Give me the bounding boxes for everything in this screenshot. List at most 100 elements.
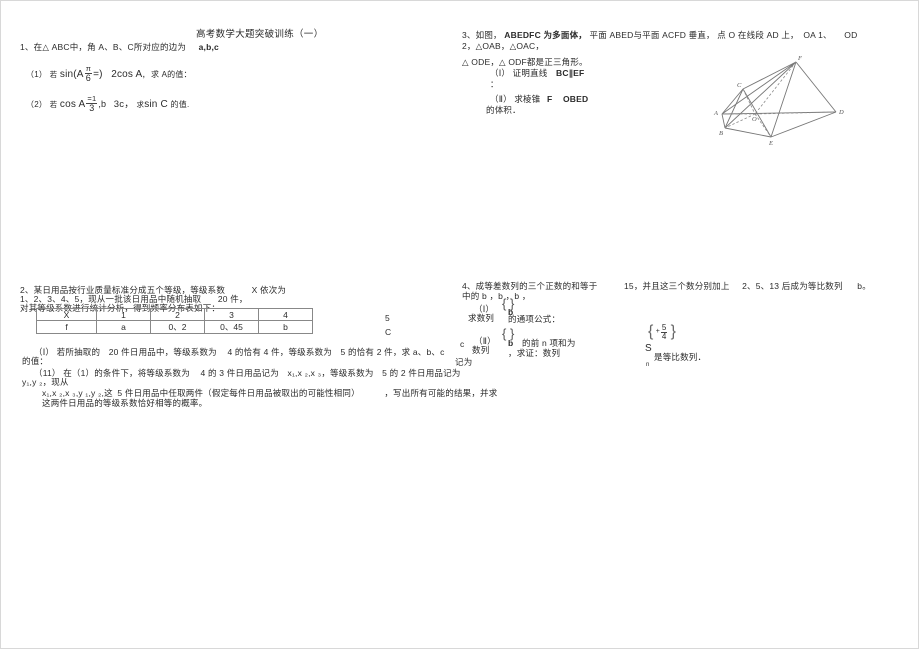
polyhedron-figure: F C A O D B E [700, 52, 865, 147]
problem1-part2-expr-a: cos A [59, 98, 86, 110]
problem2-part1-text-a: 若所抽取的 [56, 347, 101, 357]
problem2-part2-vars-x: x₁,x ₂,x ₃，等级系数为 [287, 368, 374, 378]
problem1-part2: （2） 若 cos A =1 3 ,b 3c， 求sin C 的值. [26, 95, 190, 113]
polyhedron-svg: F C A O D B E [713, 55, 844, 147]
problem3-part1-colon: ： [490, 79, 499, 89]
cell-freq-2: 0、2 [150, 320, 205, 334]
problem4-part1-text-a: 求数列 [468, 313, 495, 323]
cell-grade-5-outside: 5 [385, 313, 390, 323]
problem3-stem-b: ABEDFC 为多面体， [504, 30, 587, 40]
polyhedron-hidden-edges [722, 61, 837, 138]
problem4-stem-c: 2、5、13 后成为等比数列 [742, 281, 843, 291]
problem2-stem-var: X 依次为 [251, 285, 287, 295]
problem2-part2: （11） 在（1）的条件下，将等级系数为 4 的 3 件日用品记为 x₁,x ₂… [34, 368, 461, 379]
vertex-label-O: O [752, 116, 757, 123]
table-row-values: f a 0、2 0、45 b [36, 320, 313, 334]
problem3-part1-text: 证明直线 [512, 68, 548, 78]
problem2-part1-text-b: 4 的恰有 4 件，等级系数为 [227, 347, 332, 357]
result-s-symbol: S [645, 343, 652, 354]
result-brace-open: { [648, 322, 654, 340]
problem3-stem-e: OA 1、 [803, 30, 832, 40]
problem2-part2-text-a: 在（1）的条件下，将等级系数为 [63, 368, 190, 378]
problem1-part2-expr-b: ,b [98, 98, 107, 109]
problem1-part2-tail: 的值. [170, 99, 190, 109]
problem2-part1-n: 20 件日用品中，等级系数为 [108, 347, 217, 357]
worksheet-page: 高考数学大题突破训练（一） 1、在△ ABC中，角 A、B、C所对应的边为 a,… [0, 0, 920, 650]
problem1-part2-ruo: 若 [49, 99, 58, 109]
problem1-part1-rhs: 2cos A, [111, 68, 146, 80]
cell-freq-b: b [258, 320, 313, 334]
problem1-part1-ruo: 若 [49, 69, 58, 79]
problem1-stem: 1、在△ ABC中，角 A、B、C所对应的边为 a,b,c [20, 42, 219, 53]
problem1-part1-label: （1） [26, 69, 48, 79]
problem3-stem-a: 3、如图， [462, 30, 502, 40]
problem1-stem-text: 1、在△ ABC中，角 A、B、C所对应的边为 [20, 42, 187, 52]
cell-grade-4: 4 [258, 308, 313, 321]
problem1-part1-expr-b: =) [93, 68, 103, 80]
problem4-part2-note: 记为 [455, 357, 473, 367]
problem1-part2-fraction: =1 3 [86, 95, 98, 113]
problem2-part2-line2-b: 5 件日用品中任取两件（假定每件日用品被取出的可能性相同） [117, 388, 360, 398]
cell-freq-c-outside: C [385, 327, 392, 337]
cell-x-header: X [36, 308, 97, 321]
problem4-stem-a: 4、成等差数列的三个正数的和等于 [462, 281, 598, 291]
problem3-part2: （Ⅱ） 求棱锥 F OBED [490, 94, 588, 105]
vertex-label-F: F [797, 55, 803, 62]
problem1-part2-label: （2） [26, 99, 48, 109]
problem1-part1-ask: 求 A的值： [150, 69, 192, 79]
problem3-part1: （Ⅰ） 证明直线 BC∥EF [490, 68, 584, 79]
problem1-part2-rhs: 3c， [113, 98, 134, 110]
problem2-stem-count: 20 件， [217, 294, 248, 304]
problem1-part2-den: 3 [89, 103, 95, 113]
problem2-part2-text-c: 5 的 2 件日用品记为 [382, 368, 461, 378]
cell-grade-3: 3 [204, 308, 259, 321]
problem2-part1-text-c: 5 的恰有 2 件，求 a、b、c [340, 347, 445, 357]
problem2-part2-text-b: 4 的 3 件日用品记为 [200, 368, 279, 378]
problem3-part1-expr: BC∥EF [556, 68, 585, 78]
cell-freq-a: a [96, 320, 151, 334]
vertex-label-B: B [719, 130, 723, 137]
problem4-part2-c: c [460, 339, 465, 349]
problem3-part2-expr-a: F [547, 94, 553, 104]
page-title: 高考数学大题突破训练（一） [196, 29, 324, 40]
cell-grade-1: 1 [96, 308, 151, 321]
cell-f-header: f [36, 320, 97, 334]
vertex-label-A: A [713, 110, 718, 117]
problem1-part1-expr-a: sin(A [59, 68, 84, 80]
problem3-part2-expr-b: OBED [563, 94, 589, 104]
result-brace-close: } [670, 322, 676, 340]
problem1-part1-fraction: π6 [84, 65, 93, 83]
polyhedron-edges [721, 61, 837, 138]
problem1-stem-vars: a,b,c [198, 42, 219, 52]
cell-grade-2: 2 [150, 308, 205, 321]
problem4-part2-text-b: ，求证：数列 [508, 348, 561, 358]
problem1-part1: （1） 若 sin(A π 6 =) 2cos A, 求 A的值： [26, 65, 192, 83]
problem3-stem-line1: 3、如图， ABEDFC 为多面体， 平面 ABED与平面 ACFD 垂直， 点… [462, 30, 857, 41]
problem4-stem-b: 15，并且这三个数分别加上 [624, 281, 730, 291]
frequency-distribution-table: X 1 2 3 4 f a 0、2 0、45 b [36, 308, 313, 334]
problem3-stem-f: OD [844, 30, 858, 40]
result-den: 4 [661, 332, 667, 341]
problem3-part2-tail: 的体积． [486, 105, 521, 115]
problem3-stem-d: 点 O 在线段 AD 上， [717, 30, 799, 40]
problem1-part1-six: 6 [85, 73, 91, 83]
problem3-stem-line3: △ ODE，△ ODF都是正三角形。 [462, 57, 588, 67]
problem3-part1-label: （Ⅰ） [490, 68, 511, 78]
problem2-part2-vars-y: y₁,y ₂，现从 [22, 377, 69, 387]
result-fraction: 54 [660, 324, 668, 341]
problem3-stem-line2: 2，△OAB，△OAC， [462, 41, 545, 51]
problem4-stem-line2: 中的 b ，b ，b ， [462, 291, 531, 301]
problem1-part2-sin: sin C [144, 98, 168, 110]
problem2-part2-line3: 这两件日用品的等级系数恰好相等的概率。 [42, 398, 208, 408]
vertex-label-E: E [768, 140, 773, 147]
cell-freq-3: 0、45 [204, 320, 259, 334]
problem3-part2-label: （Ⅱ） [490, 94, 512, 104]
problem2-part2-line2-a: x₁,x ₂,x ₃,y ₁,y ₂,这 [42, 388, 113, 398]
problem4-part1-text-b: 的通项公式： [508, 314, 561, 324]
result-plus-sign: + [655, 327, 660, 335]
problem4-stem-d: b。 [857, 281, 871, 291]
vertex-label-C: C [737, 82, 742, 89]
problem3-part2-text: 求棱锥 [514, 94, 541, 104]
result-s-subscript: n [646, 362, 650, 368]
problem4-result-expression: { +5 4 } [648, 322, 676, 342]
